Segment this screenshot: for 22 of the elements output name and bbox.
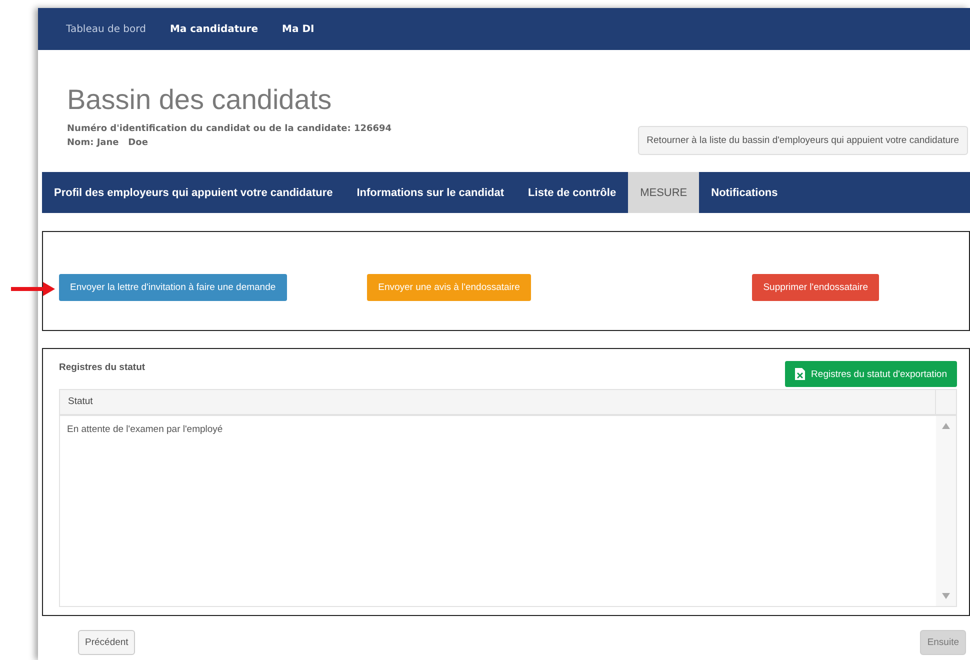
nav-link[interactable]: Ma candidature	[170, 24, 258, 34]
scroll-down-icon[interactable]	[942, 593, 950, 599]
column-header: Statut	[67, 395, 94, 409]
tab[interactable]: Liste de contrôle	[516, 172, 628, 213]
candidate-name: Nom: Jane Doe	[67, 137, 149, 150]
page-title: Bassin des candidats	[67, 84, 333, 116]
table-cell-text: En attente de l'examen par l'employé	[66, 423, 224, 437]
candidate-id: Numéro d'identification du candidat ou de la candidate: 126694	[67, 122, 392, 136]
tab[interactable]: MESURE	[628, 172, 700, 213]
action-button[interactable]: Supprimer l'endossataire	[752, 274, 879, 300]
scrollbar[interactable]	[936, 416, 956, 606]
action-button[interactable]: Envoyer la lettre d'invitation à faire une demande	[59, 274, 287, 300]
scroll-up-icon[interactable]	[942, 423, 950, 429]
previous-button[interactable]: Précédent	[78, 630, 136, 655]
nav-link[interactable]: Tableau de bord	[66, 24, 146, 34]
section-title: Registres du statut	[59, 362, 146, 373]
tab[interactable]: Informations sur le candidat	[344, 172, 516, 213]
return-button[interactable]: Retourner à la liste du bassin d'employeurs qui appuient votre candidature	[638, 126, 968, 155]
nav-link[interactable]: Ma DI	[282, 24, 314, 34]
tab[interactable]: Profil des employeurs qui appuient votre candidature	[42, 172, 345, 213]
spreadsheet-icon	[795, 368, 806, 380]
tab[interactable]: Notifications	[699, 172, 790, 213]
